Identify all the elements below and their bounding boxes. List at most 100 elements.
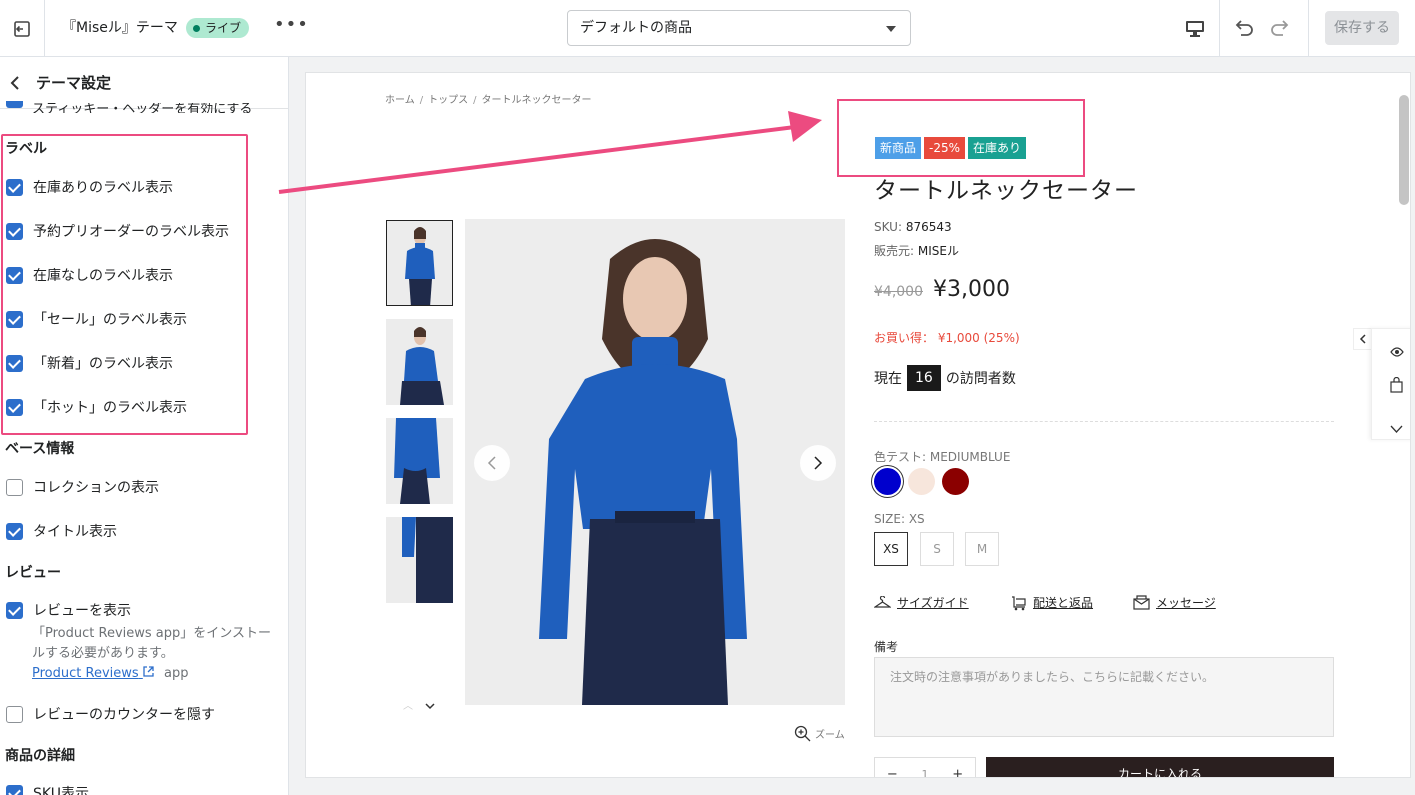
checkbox[interactable]: [6, 478, 23, 496]
checkbox-label: SKU表示: [33, 786, 89, 795]
cart-button[interactable]: [1390, 376, 1403, 397]
cart-icon: [1012, 595, 1026, 610]
chevron-left-icon: [487, 456, 496, 470]
thumbnail-4[interactable]: [386, 517, 453, 603]
chevron-down-icon: [425, 703, 435, 710]
live-badge-label: ライブ: [205, 21, 242, 35]
product-thumbnail-image: [387, 221, 452, 305]
sidebar-header: テーマ設定 スティッキー・ヘッダーを有効にする: [0, 57, 288, 113]
checkbox-show-review[interactable]: レビューを表示: [6, 599, 131, 621]
product-thumbnail-image: [386, 319, 453, 405]
more-button[interactable]: •••: [274, 14, 309, 35]
size-option-xs[interactable]: XS: [874, 532, 908, 566]
thumbnail-1[interactable]: [386, 220, 453, 306]
thumbnail-3[interactable]: [386, 418, 453, 504]
size-option-s[interactable]: S: [920, 532, 954, 566]
save-button[interactable]: 保存する: [1325, 11, 1399, 45]
visitor-count: 16: [907, 365, 941, 391]
checkbox[interactable]: [6, 784, 23, 795]
visitor-suffix: の訪問者数: [945, 371, 1016, 387]
checkbox-sku[interactable]: SKU表示: [6, 782, 89, 795]
undo-button[interactable]: [1232, 16, 1256, 44]
note-label: 備考: [874, 640, 899, 654]
breadcrumb-tops[interactable]: トップス: [428, 95, 468, 106]
section-title-base: ベース情報: [5, 441, 75, 457]
note-textarea[interactable]: 注文時の注意事項がありましたら、こちらに記載ください。: [874, 657, 1334, 737]
shipping-link[interactable]: 配送と返品: [1011, 594, 1093, 611]
chevron-right-icon: [814, 456, 823, 470]
size-guide-link[interactable]: サイズガイド: [874, 594, 969, 611]
redo-button[interactable]: [1268, 16, 1292, 44]
product-vendor: 販売元: MISEル: [874, 242, 959, 259]
settings-sidebar: テーマ設定 スティッキー・ヘッダーを有効にする ラベル 在庫ありのラベル表示 予…: [0, 57, 289, 795]
product-thumbnail-image: [386, 517, 453, 603]
checkbox[interactable]: [6, 705, 23, 723]
visitor-counter: 現在 16 の訪問者数: [874, 365, 1016, 391]
swatch-beige[interactable]: [908, 468, 935, 495]
caret-down-icon: [886, 26, 896, 32]
badge-new: 新商品: [875, 137, 922, 159]
product-badges: 新商品 -25% 在庫あり: [875, 137, 1027, 159]
link-label: 配送と返品: [1033, 596, 1094, 610]
checkbox-label: レビューを表示: [33, 603, 131, 619]
add-to-cart-button[interactable]: カートに入れる: [986, 757, 1334, 777]
checkbox[interactable]: [6, 101, 23, 108]
thumbnail-2[interactable]: [386, 319, 453, 405]
thumbnail-down-button[interactable]: [424, 695, 436, 714]
saving-text: お買い得： ¥1,000 (25%): [874, 331, 1020, 345]
vendor-value: MISEル: [917, 244, 959, 258]
view-button[interactable]: [1390, 342, 1404, 361]
checkbox[interactable]: [6, 601, 23, 619]
next-image-button[interactable]: [800, 445, 836, 481]
chevron-down-icon: [1390, 425, 1403, 433]
product-reviews-link[interactable]: Product Reviews: [32, 666, 154, 681]
exit-button[interactable]: [0, 0, 45, 57]
checkbox-label: タイトル表示: [33, 524, 117, 540]
breadcrumb-current: タートルネックセーター: [481, 95, 592, 106]
checkbox[interactable]: [6, 522, 23, 540]
live-dot-icon: [193, 24, 200, 32]
breadcrumb-home[interactable]: ホーム: [385, 95, 415, 106]
exit-icon: [14, 20, 30, 37]
qty-minus-button[interactable]: −: [887, 767, 898, 778]
section-title-detail: 商品の詳細: [5, 748, 75, 764]
checkbox-title[interactable]: タイトル表示: [6, 520, 117, 542]
checkbox-hide-counter[interactable]: レビューのカウンターを隠す: [6, 703, 215, 725]
theme-title: 『Miseル』テーマ: [62, 20, 178, 36]
product-sku: SKU: 876543: [874, 220, 952, 234]
vendor-label: 販売元:: [874, 244, 915, 258]
back-button[interactable]: [8, 73, 22, 97]
message-link[interactable]: メッセージ: [1133, 594, 1216, 611]
section-title-review: レビュー: [5, 565, 61, 581]
preview-scrollbar[interactable]: [1399, 95, 1409, 205]
mail-icon: [1133, 595, 1150, 610]
swatch-mediumblue[interactable]: [874, 468, 901, 495]
top-bar: 『Miseル』テーマ ライブ ••• デフォルトの商品 保存する: [0, 0, 1415, 57]
undo-icon: [1235, 20, 1253, 36]
collapse-button[interactable]: [1390, 419, 1403, 438]
prev-image-button[interactable]: [474, 445, 510, 481]
qty-plus-button[interactable]: +: [952, 767, 963, 778]
visitor-prefix: 現在: [874, 371, 902, 387]
chevron-left-icon: [1359, 334, 1366, 344]
breadcrumb: ホーム / トップス / タートルネックセーター: [385, 95, 592, 106]
external-link-icon: [143, 666, 154, 677]
swatch-darkred[interactable]: [942, 468, 969, 495]
sticky-header-label: スティッキー・ヘッダーを有効にする: [32, 103, 253, 113]
device-toggle-button[interactable]: [1170, 0, 1220, 57]
link-label: Product Reviews: [32, 666, 139, 681]
badge-sale: -25%: [924, 137, 966, 159]
zoom-icon: [794, 725, 811, 742]
sku-label: SKU:: [874, 220, 902, 234]
floating-widget: [1371, 328, 1410, 440]
product-main-image[interactable]: [465, 219, 845, 705]
review-help-text: 「Product Reviews app」をインストールする必要があります。: [32, 626, 271, 661]
qty-value[interactable]: 1: [921, 768, 928, 778]
checkbox-collection[interactable]: コレクションの表示: [6, 476, 159, 498]
size-option-m[interactable]: M: [965, 532, 999, 566]
zoom-button[interactable]: ズーム: [794, 725, 845, 742]
link-label: サイズガイド: [897, 596, 969, 610]
sku-value: 876543: [905, 220, 952, 234]
template-select[interactable]: デフォルトの商品: [567, 10, 911, 46]
widget-toggle-button[interactable]: [1353, 328, 1373, 350]
